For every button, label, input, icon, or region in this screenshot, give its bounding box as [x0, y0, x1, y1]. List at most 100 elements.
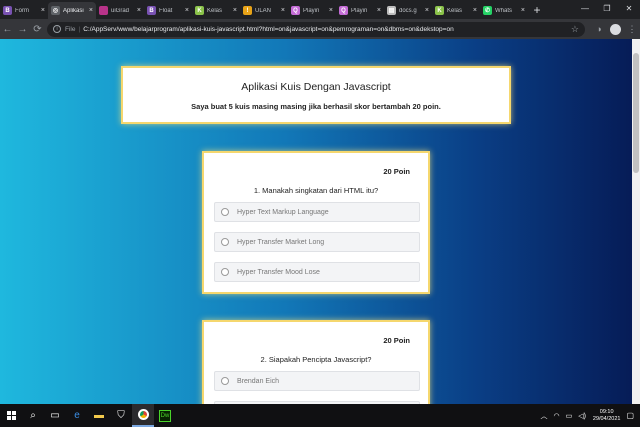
- tab-label: ULAN: [255, 7, 272, 14]
- minimize-icon[interactable]: —: [574, 0, 596, 19]
- tab-close-icon[interactable]: ×: [41, 7, 45, 14]
- browser-tab[interactable]: ◎ Aplikasi ×: [48, 2, 96, 19]
- tab-label: Playin: [303, 7, 320, 14]
- browser-tab[interactable]: K Kelas ×: [192, 2, 240, 19]
- quiz-points: 20 Poin: [383, 167, 410, 176]
- tab-close-icon[interactable]: ×: [89, 7, 93, 14]
- uigradients-icon: [99, 6, 108, 15]
- quiz-option[interactable]: Brendan Eich: [214, 371, 420, 391]
- taskbar-clock[interactable]: 09:10 29/04/2021: [593, 409, 621, 423]
- close-window-icon[interactable]: ✕: [618, 0, 640, 19]
- chrome-icon[interactable]: [132, 404, 154, 427]
- quiz-option[interactable]: Hyper Transfer Market Long: [214, 232, 420, 252]
- extension-icon[interactable]: ◑: [591, 24, 607, 34]
- dreamweaver-icon[interactable]: Dw: [154, 404, 176, 427]
- browser-tab[interactable]: B Float ×: [144, 2, 192, 19]
- header-card: Aplikasi Kuis Dengan Javascript Saya bua…: [121, 66, 511, 124]
- volume-icon[interactable]: ◁): [578, 412, 586, 420]
- page-viewport: Aplikasi Kuis Dengan Javascript Saya bua…: [0, 39, 632, 404]
- window-controls: — ❐ ✕: [574, 0, 640, 19]
- address-bar[interactable]: i File | C:/AppServ/www/belajarprogram/a…: [47, 21, 585, 37]
- browser-tab[interactable]: Q Playin ×: [288, 2, 336, 19]
- system-tray: ︿ ◠ ▭ ◁) 09:10 29/04/2021 ▢: [537, 404, 634, 427]
- globe-icon: ◎: [51, 6, 60, 15]
- radio-button[interactable]: [221, 377, 229, 385]
- battery-icon[interactable]: ▭: [566, 412, 573, 420]
- document-icon: ▤: [387, 6, 396, 15]
- menu-kebab-icon[interactable]: ⋮: [624, 24, 640, 35]
- bootstrap-icon: B: [147, 6, 156, 15]
- maximize-icon[interactable]: ❐: [596, 0, 618, 19]
- quiz-card-1: 20 Poin 1. Manakah singkatan dari HTML i…: [202, 151, 430, 294]
- edge-icon[interactable]: e: [66, 404, 88, 427]
- tab-label: Whats: [495, 7, 513, 14]
- option-label: Hyper Transfer Market Long: [237, 238, 325, 246]
- windows-logo-icon: [6, 411, 16, 420]
- bookmark-star-icon[interactable]: ☆: [571, 24, 579, 35]
- browser-tab[interactable]: B Form ×: [0, 2, 48, 19]
- whatsapp-icon: ✆: [483, 6, 492, 15]
- tab-label: Form: [15, 7, 29, 14]
- tab-label: Playin: [351, 7, 368, 14]
- file-explorer-icon[interactable]: ▬: [88, 404, 110, 427]
- browser-tab[interactable]: ! ULAN ×: [240, 2, 288, 19]
- tab-label: Aplikasi: [63, 7, 84, 14]
- browser-toolbar: ← → ⟳ i File | C:/AppServ/www/belajarpro…: [0, 19, 640, 39]
- url-text[interactable]: C:/AppServ/www/belajarprogram/aplikasi-k…: [83, 26, 571, 33]
- store-icon[interactable]: ⛉: [110, 404, 132, 427]
- tab-label: docs.g: [399, 7, 417, 14]
- warning-icon: !: [243, 6, 252, 15]
- page-title: Aplikasi Kuis Dengan Javascript: [241, 81, 391, 93]
- page-subtitle: Saya buat 5 kuis masing masing jika berh…: [191, 102, 441, 111]
- quiz-question: 2. Siapakah Pencipta Javascript?: [260, 355, 372, 364]
- radio-button[interactable]: [221, 268, 229, 276]
- quiz-card-2: 20 Poin 2. Siapakah Pencipta Javascript?…: [202, 320, 430, 404]
- task-view-icon[interactable]: ▭: [44, 404, 66, 427]
- tab-close-icon[interactable]: ×: [521, 7, 525, 14]
- browser-tab[interactable]: ▤ docs.g ×: [384, 2, 432, 19]
- tab-label: Kelas: [207, 7, 223, 14]
- tab-label: Kelas: [447, 7, 463, 14]
- tab-close-icon[interactable]: ×: [233, 7, 237, 14]
- page-scrollbar[interactable]: [632, 39, 640, 404]
- info-icon[interactable]: i: [53, 25, 61, 33]
- browser-tab[interactable]: uiGrad ×: [96, 2, 144, 19]
- bootstrap-icon: B: [3, 6, 12, 15]
- windows-taskbar: ⌕ ▭ e ▬ ⛉ Dw ︿ ◠ ▭ ◁) 09:10 29/04/2021 ▢: [0, 404, 640, 427]
- radio-button[interactable]: [221, 238, 229, 246]
- quiz-option[interactable]: Hyper Text Markup Language: [214, 202, 420, 222]
- radio-button[interactable]: [221, 208, 229, 216]
- option-label: Hyper Text Markup Language: [237, 208, 329, 216]
- browser-tab[interactable]: ✆ Whats ×: [480, 2, 528, 19]
- playing-icon: Q: [291, 6, 300, 15]
- windows-start-button[interactable]: [0, 404, 22, 427]
- tab-label: Float: [159, 7, 173, 14]
- back-icon[interactable]: ←: [0, 24, 15, 35]
- chevron-up-icon[interactable]: ︿: [540, 411, 547, 421]
- tab-label: uiGrad: [111, 7, 130, 14]
- tab-close-icon[interactable]: ×: [473, 7, 477, 14]
- sekolahkoding-icon: K: [195, 6, 204, 15]
- browser-tab[interactable]: Q Playin ×: [336, 2, 384, 19]
- notification-icon[interactable]: ▢: [626, 411, 634, 420]
- sekolahkoding-icon: K: [435, 6, 444, 15]
- tab-close-icon[interactable]: ×: [185, 7, 189, 14]
- quiz-option[interactable]: Hyper Transfer Mood Lose: [214, 262, 420, 282]
- tab-close-icon[interactable]: ×: [329, 7, 333, 14]
- scrollbar-thumb[interactable]: [633, 53, 639, 173]
- forward-icon[interactable]: →: [15, 24, 30, 35]
- option-label: Brendan Eich: [237, 377, 280, 385]
- tab-close-icon[interactable]: ×: [281, 7, 285, 14]
- profile-avatar[interactable]: [610, 23, 621, 35]
- tab-close-icon[interactable]: ×: [137, 7, 141, 14]
- tab-close-icon[interactable]: ×: [377, 7, 381, 14]
- reload-icon[interactable]: ⟳: [30, 24, 45, 35]
- new-tab-icon[interactable]: +: [528, 2, 546, 19]
- quiz-question: 1. Manakah singkatan dari HTML itu?: [253, 186, 379, 195]
- clock-time: 09:10: [599, 408, 614, 415]
- search-icon[interactable]: ⌕: [22, 404, 44, 427]
- url-scheme: File: [65, 25, 76, 33]
- wifi-icon[interactable]: ◠: [553, 412, 559, 420]
- tab-close-icon[interactable]: ×: [425, 7, 429, 14]
- browser-tab[interactable]: K Kelas ×: [432, 2, 480, 19]
